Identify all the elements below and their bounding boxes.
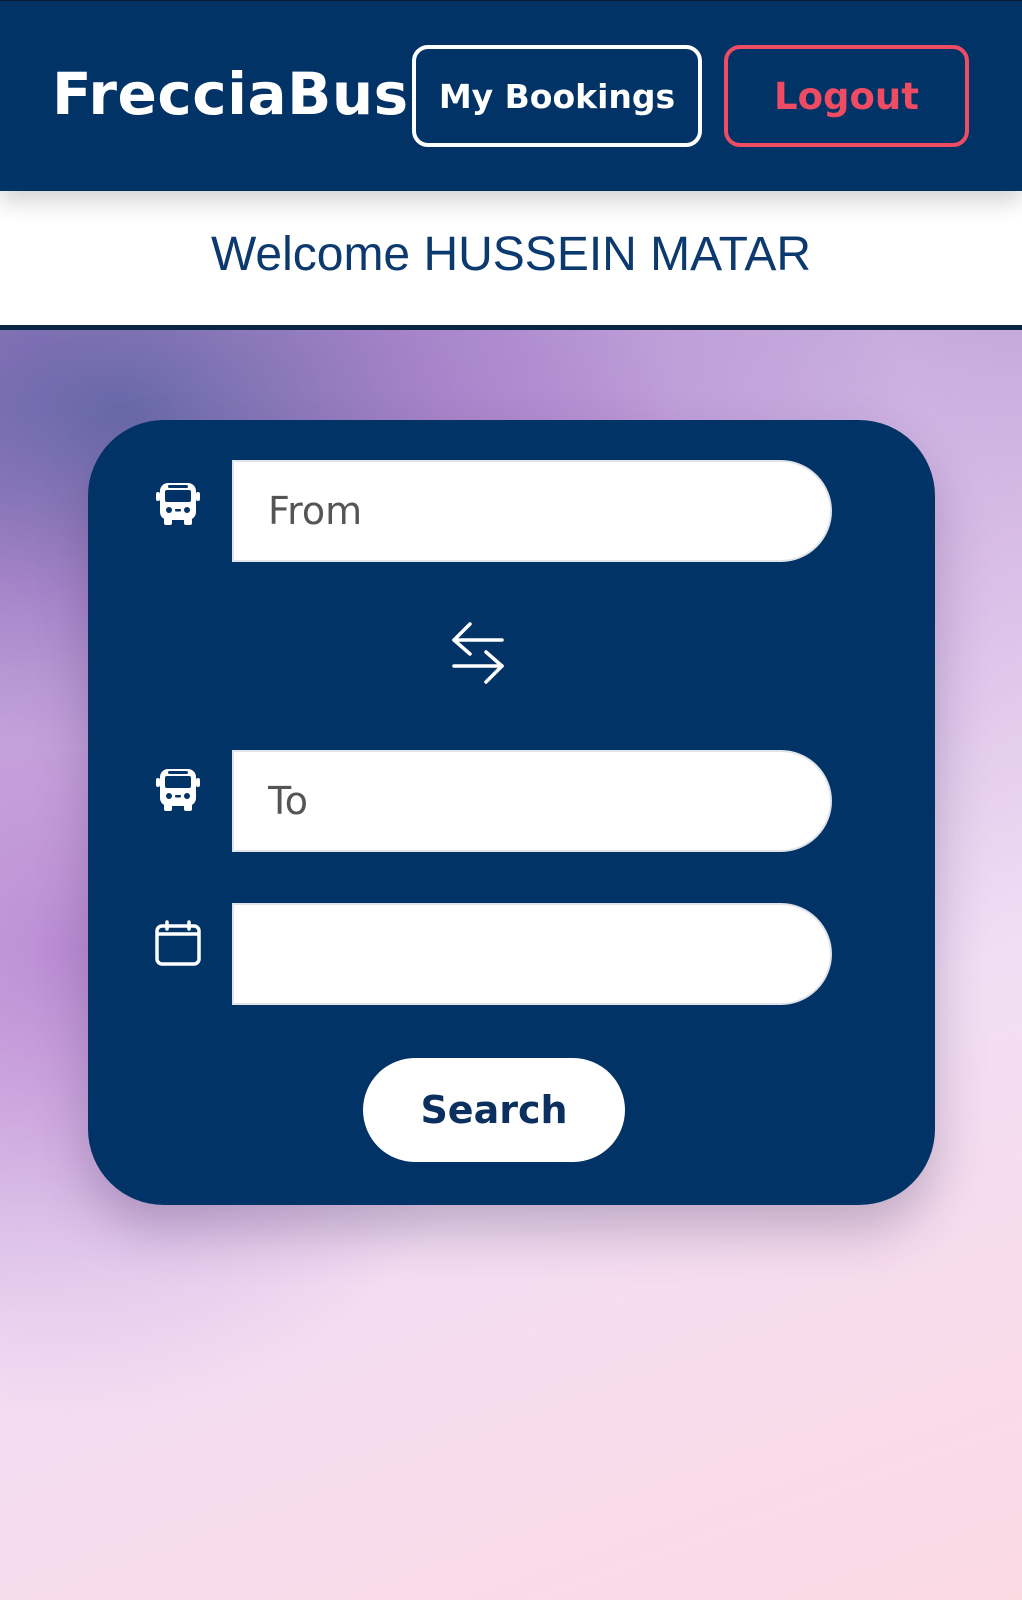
search-card: Search — [88, 420, 935, 1205]
to-input[interactable] — [232, 750, 832, 852]
welcome-banner: Welcome HUSSEIN MATAR — [0, 191, 1022, 330]
calendar-icon — [154, 920, 202, 968]
from-input[interactable] — [232, 460, 832, 562]
date-input[interactable] — [232, 903, 832, 1005]
welcome-text: Welcome HUSSEIN MATAR — [210, 227, 812, 281]
search-button[interactable]: Search — [363, 1058, 625, 1162]
app-header: FrecciaBus My Bookings Logout — [0, 0, 1022, 191]
bus-icon — [154, 480, 202, 528]
logout-button[interactable]: Logout — [724, 45, 969, 147]
my-bookings-button[interactable]: My Bookings — [412, 45, 702, 147]
swap-button[interactable] — [446, 620, 510, 690]
brand-logo[interactable]: FrecciaBus — [52, 59, 409, 129]
bus-icon — [154, 766, 202, 814]
swap-arrows-icon — [448, 620, 508, 691]
